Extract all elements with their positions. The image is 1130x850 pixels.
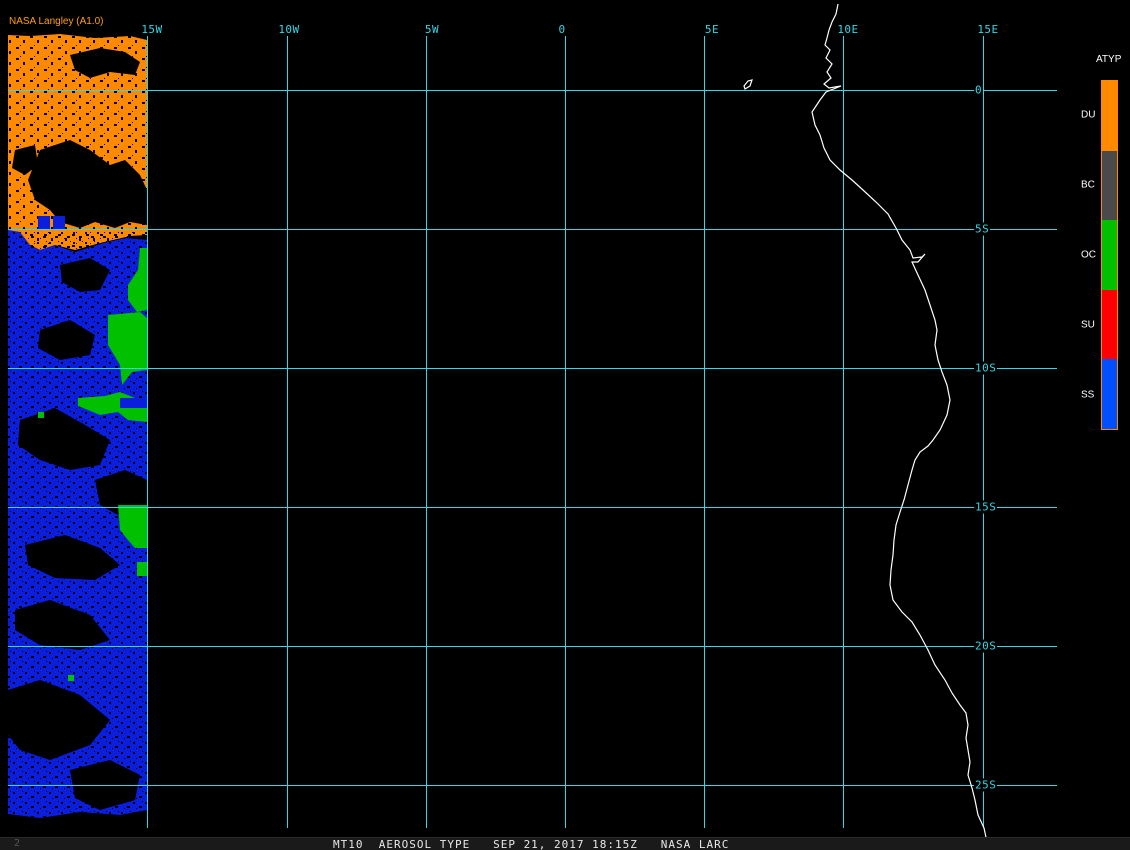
legend-swatch-su: [1102, 289, 1117, 360]
lon-label-10e: 10E: [836, 23, 860, 36]
lat-label-20s: 20S: [974, 639, 998, 653]
aerosol-data-swath: [8, 34, 147, 818]
status-bar: 2 MT10 AEROSOL TYPE SEP 21, 2017 18:15Z …: [0, 837, 1130, 850]
lat-label-5s: 5S: [974, 222, 991, 236]
lat-label-0: 0: [974, 83, 984, 97]
lon-label-5w: 5W: [423, 23, 441, 36]
organic-carbon-dot: [38, 412, 44, 418]
organic-carbon-patch-5: [137, 562, 147, 576]
data-source-credit: NASA Langley (A1.0): [9, 16, 104, 27]
legend-title: ATYP: [1096, 54, 1122, 65]
sea-salt-block-2: [53, 216, 65, 230]
legend-label-du: DU: [1081, 109, 1096, 121]
lat-label-15s: 15S: [974, 500, 998, 514]
lon-label-0: 0: [557, 23, 567, 36]
lat-lon-grid: [8, 34, 1057, 828]
sea-salt-overlay-block: [120, 398, 147, 408]
status-frame-number: 2: [14, 838, 21, 849]
island-bioko: [743, 79, 753, 90]
lon-label-15w: 15W: [140, 23, 164, 36]
lon-label-15e: 15E: [976, 23, 1000, 36]
lon-label-5e: 5E: [703, 23, 721, 36]
coastline: [743, 3, 991, 850]
legend-label-oc: OC: [1081, 249, 1096, 261]
legend-label-su: SU: [1081, 319, 1095, 331]
legend-swatch-du: [1102, 81, 1117, 151]
map-canvas: [8, 3, 1057, 850]
legend-label-ss: SS: [1081, 389, 1095, 401]
status-product-title: MT10 AEROSOL TYPE SEP 21, 2017 18:15Z NA…: [333, 838, 730, 850]
coastline-west-africa: [811, 3, 991, 850]
lat-label-25s: 25S: [974, 778, 998, 792]
legend-label-bc: BC: [1081, 179, 1095, 191]
legend-swatch-ss: [1102, 359, 1117, 429]
legend-swatch-oc: [1102, 220, 1117, 290]
lon-label-10w: 10W: [277, 23, 301, 36]
satellite-map-view: NASA Langley (A1.0) 15W 10W 5W 0 5E 10E …: [0, 0, 1130, 850]
sea-salt-block: [38, 216, 50, 230]
lat-label-10s: 10S: [974, 361, 998, 375]
organic-carbon-dot-2: [68, 675, 74, 681]
legend-color-bar: [1101, 80, 1118, 430]
legend-swatch-bc: [1102, 150, 1117, 221]
